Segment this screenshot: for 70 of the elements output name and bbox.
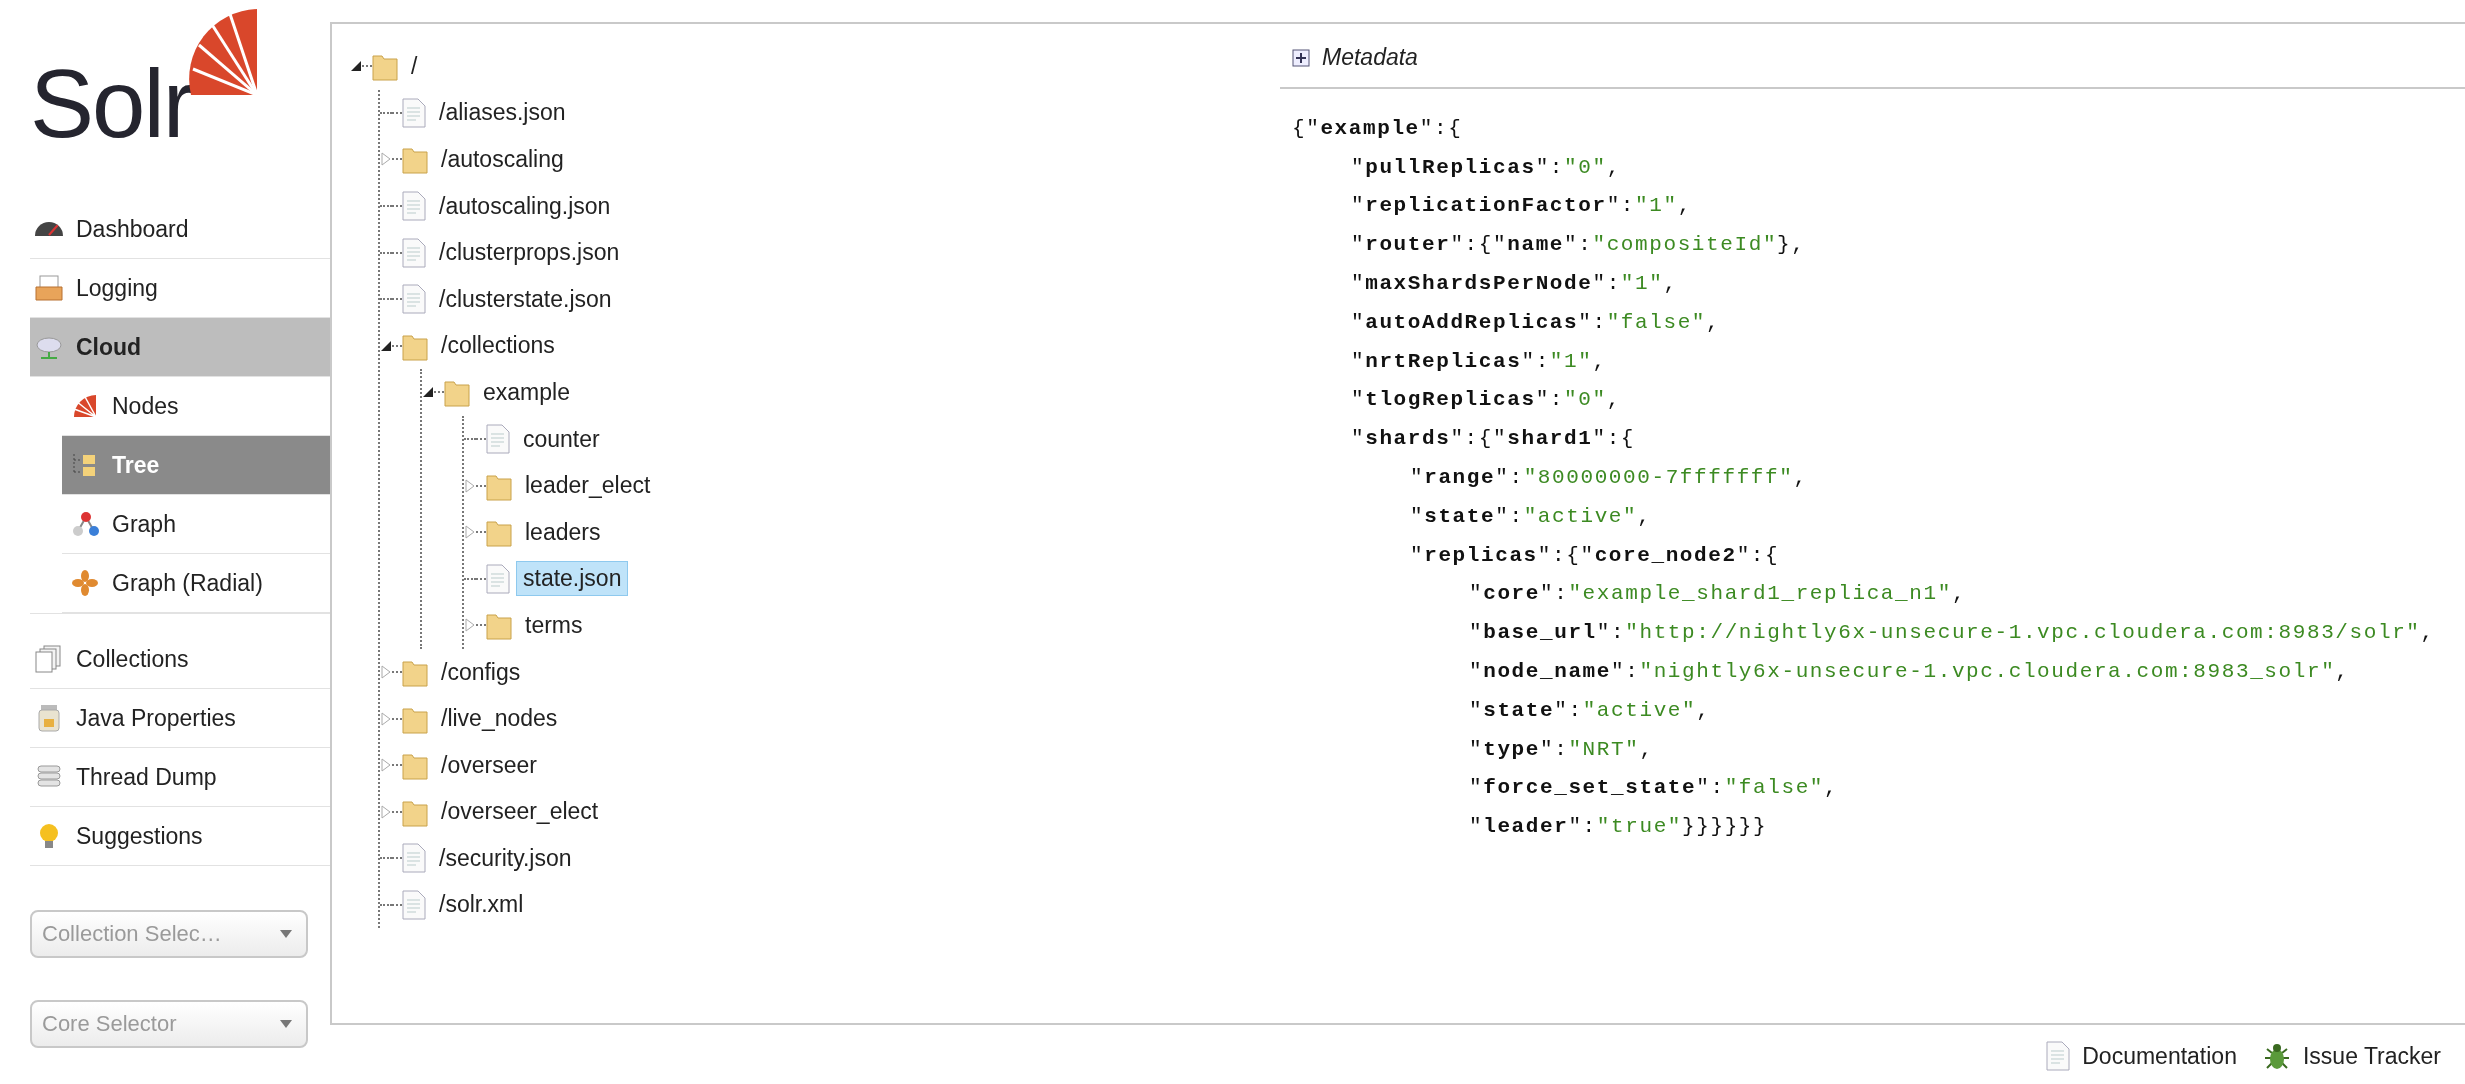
tree-node[interactable]: /overseer_elect bbox=[434, 794, 606, 830]
gauge-icon bbox=[34, 222, 64, 236]
tree-node[interactable]: counter bbox=[516, 421, 607, 457]
code-line: "leader":"true"}}}}}} bbox=[1469, 815, 1768, 839]
expander-icon[interactable] bbox=[422, 385, 434, 400]
tree-node[interactable]: / bbox=[404, 48, 425, 84]
nav-item[interactable]: Cloud bbox=[30, 318, 330, 377]
file-icon bbox=[402, 843, 426, 874]
tree-node[interactable]: /solr.xml bbox=[432, 887, 531, 923]
code-line: "tlogReplicas":"0", bbox=[1351, 388, 1621, 412]
code-line: "nrtReplicas":"1", bbox=[1351, 349, 1607, 373]
tree-node[interactable]: leader_elect bbox=[518, 468, 658, 504]
code-line: "core":"example_shard1_replica_n1", bbox=[1469, 582, 1967, 606]
code-line: "type":"NRT", bbox=[1469, 737, 1654, 761]
nav-item[interactable]: Collections bbox=[30, 630, 330, 689]
tree-node[interactable]: /clusterprops.json bbox=[432, 235, 627, 271]
tree-node[interactable]: leaders bbox=[518, 514, 608, 550]
nav-item[interactable]: Dashboard bbox=[30, 200, 330, 259]
tree-node[interactable]: /live_nodes bbox=[434, 701, 565, 737]
code-line: "force_set_state":"false", bbox=[1469, 776, 1839, 800]
code-line: "maxShardsPerNode":"1", bbox=[1351, 272, 1678, 296]
caret-icon bbox=[280, 930, 292, 938]
code-line: "pullReplicas":"0", bbox=[1351, 155, 1621, 179]
file-icon bbox=[402, 191, 426, 222]
tree-node[interactable]: example bbox=[476, 374, 577, 410]
file-icon bbox=[2046, 1041, 2071, 1071]
nav-subitem[interactable]: Graph bbox=[62, 495, 330, 554]
code-line: "replicas":{"core_node2":{ bbox=[1410, 543, 1780, 567]
file-icon bbox=[486, 424, 510, 455]
code-line: "range":"80000000-7fffffff", bbox=[1410, 466, 1808, 490]
file-icon bbox=[402, 97, 426, 128]
file-icon bbox=[402, 237, 426, 268]
tree-node[interactable]: state.json bbox=[516, 561, 629, 597]
tree-node[interactable]: /configs bbox=[434, 654, 528, 690]
footer-link[interactable]: Documentation bbox=[2046, 1041, 2237, 1071]
code-line: "shards":{"shard1":{ bbox=[1351, 427, 1636, 451]
tree-node[interactable]: terms bbox=[518, 607, 590, 643]
code-line: "state":"active", bbox=[1469, 698, 1711, 722]
logo-text: Solr bbox=[30, 56, 193, 152]
nav-item[interactable]: Thread Dump bbox=[30, 748, 330, 807]
code-line: "autoAddReplicas":"false", bbox=[1351, 310, 1721, 334]
file-icon bbox=[486, 563, 510, 594]
caret-icon bbox=[280, 1020, 292, 1028]
tree-node[interactable]: /autoscaling bbox=[434, 142, 571, 177]
code-line: "router":{"name":"compositeId"}, bbox=[1351, 233, 1806, 257]
tree-node[interactable]: /overseer bbox=[434, 747, 544, 783]
nav-subitem[interactable]: Graph (Radial) bbox=[62, 554, 330, 613]
asterisk-icon bbox=[70, 568, 100, 598]
tray-icon bbox=[34, 273, 64, 303]
file-icon bbox=[402, 284, 426, 315]
metadata-toggle[interactable]: Metadata bbox=[1322, 44, 1418, 71]
tree-node[interactable]: /security.json bbox=[432, 840, 579, 876]
bug-icon bbox=[2262, 1041, 2291, 1071]
code-line: {"example":{ bbox=[1292, 116, 1463, 140]
footer-link[interactable]: Issue Tracker bbox=[2262, 1041, 2441, 1071]
nav-item[interactable]: Java Properties bbox=[30, 689, 330, 748]
code-line: "state":"active", bbox=[1410, 504, 1652, 528]
tree-node[interactable]: /autoscaling.json bbox=[432, 188, 618, 224]
tree-node[interactable]: /collections bbox=[434, 328, 562, 364]
expander-icon[interactable] bbox=[350, 59, 362, 74]
file-icon bbox=[402, 890, 426, 920]
graph-icon bbox=[70, 509, 100, 539]
code-line: "node_name":"nightly6x-unsecure-1.vpc.cloudera.com:8983_solr", bbox=[1469, 660, 2350, 684]
code-line: "replicationFactor":"1", bbox=[1351, 194, 1692, 218]
tree-node[interactable]: /aliases.json bbox=[432, 95, 573, 131]
code-line: "base_url":"http://nightly6x-unsecure-1.vpc.cloudera.com:8983/solr", bbox=[1469, 621, 2435, 645]
expand-icon[interactable] bbox=[1292, 48, 1310, 67]
nav-item[interactable]: Suggestions bbox=[30, 807, 330, 866]
pages-icon bbox=[34, 644, 64, 674]
tree-node[interactable]: /clusterstate.json bbox=[432, 281, 619, 317]
